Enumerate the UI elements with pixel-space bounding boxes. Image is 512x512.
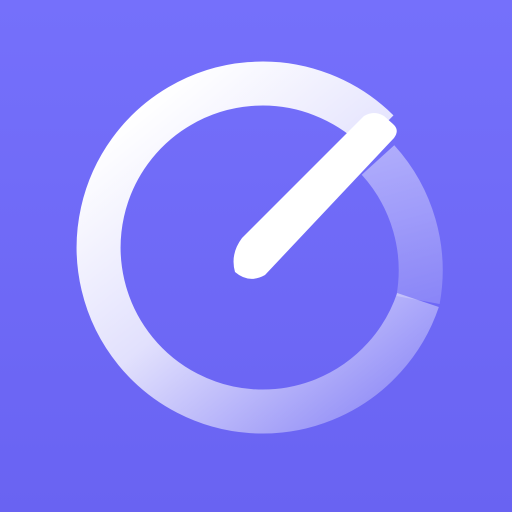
app-icon [0,0,512,512]
speedometer-icon [0,0,512,512]
